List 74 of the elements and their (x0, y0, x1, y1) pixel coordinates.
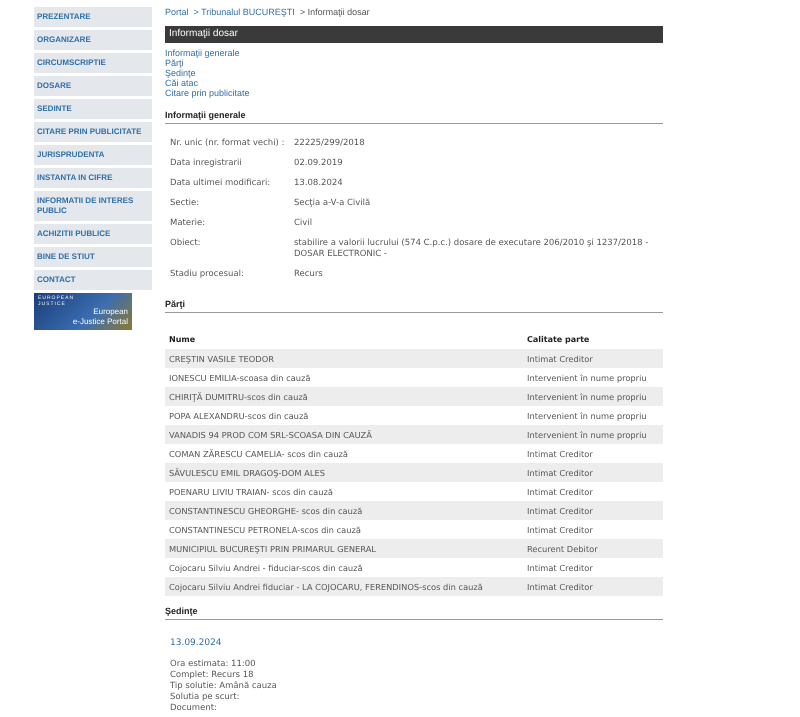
field-label: Obiect: (170, 238, 202, 250)
table-cell: CONSTANTINESCU GHEORGHE- scos din cauză (165, 501, 523, 520)
table-cell: Intimat Creditor (523, 501, 663, 520)
sidebar-nav-link[interactable]: ACHIZITII PUBLICE (34, 224, 152, 244)
field-value: Civil (294, 218, 314, 229)
table-cell: Intimat Creditor (523, 349, 663, 368)
table-cell: Cojocaru Silviu Andrei fiduciar - LA COJOCARU, FERENDINOS-scos din cauză (165, 577, 523, 596)
table-cell: SĂVULESCU EMIL DRAGOŞ-DOM ALES (165, 463, 523, 482)
field-value: 13.08.2024 (294, 178, 344, 189)
table-cell: IONESCU EMILIA-scoasa din cauză (165, 368, 523, 387)
table-cell: Intimat Creditor (523, 558, 663, 577)
table-cell: Intimat Creditor (523, 577, 663, 596)
section-anchor-link[interactable]: Părţi (165, 58, 184, 68)
table-cell: Intervenient în nume propriu (523, 406, 663, 425)
table-cell: MUNICIPIUL BUCUREŞTI PRIN PRIMARUL GENERAL (165, 539, 523, 558)
hearing-detail: Document: (170, 703, 217, 714)
table-cell: CREŞTIN VASILE TEODOR (165, 349, 523, 368)
sidebar-nav-link[interactable]: DOSARE (34, 76, 152, 96)
section-heading: Părţi (165, 299, 663, 313)
sidebar-nav-link[interactable]: INSTANTA IN CIFRE (34, 168, 152, 188)
field-value: 02.09.2019 (294, 158, 344, 169)
table-cell: Cojocaru Silviu Andrei - fiduciar-scos din cauză (165, 558, 523, 577)
sidebar-nav-link[interactable]: SEDINTE (34, 99, 152, 119)
sidebar-nav-link[interactable]: INFORMATII DE INTERES PUBLIC (34, 191, 152, 221)
table-cell: POENARU LIVIU TRAIAN- scos din cauză (165, 482, 523, 501)
table-cell: POPA ALEXANDRU-scos din cauză (165, 406, 523, 425)
table-cell: VANADIS 94 PROD COM SRL-SCOASA DIN CAUZĂ (165, 425, 523, 444)
hearing-detail: Tip solutie: Amână cauza (170, 681, 277, 692)
table-cell: Intervenient în nume propriu (523, 387, 663, 406)
section-heading: Şedinţe (165, 606, 663, 620)
hearing-detail: Solutia pe scurt: (170, 692, 240, 703)
field-label: Data inregistrarii (170, 158, 243, 169)
page-title-bar: Informaţii dosar (165, 26, 663, 43)
hearing-detail: Ora estimata: 11:00 (170, 659, 256, 670)
breadcrumb-link[interactable]: > Tribunalul BUCUREŞTI (194, 7, 295, 21)
table-cell: Intimat Creditor (523, 482, 663, 501)
sidebar-nav-link[interactable]: JURISPRUDENTA (34, 145, 152, 165)
field-value: Recurs (294, 269, 324, 280)
table-cell: Recurent Debitor (523, 539, 663, 558)
table-cell: CONSTANTINESCU PETRONELA-scos din cauză (165, 520, 523, 539)
section-heading: Informaţii generale (165, 110, 663, 124)
table-cell: Intervenient în nume propriu (523, 368, 663, 387)
field-value: stabilire a valorii lucrului (574 C.p.c.) dosare de executare 206/2010 şi 1237/2018 - DOSAR ELECTRONIC - (294, 238, 650, 260)
field-value: 22225/299/2018 (294, 138, 366, 149)
hearing-date: 13.09.2024 (170, 638, 223, 648)
sidebar-nav-link[interactable]: CONTACT (34, 270, 152, 290)
field-label: Stadiu procesual: (170, 269, 245, 280)
table-cell: CHIRIŢĂ DUMITRU-scos din cauză (165, 387, 523, 406)
table-cell: Intervenient în nume propriu (523, 425, 663, 444)
sidebar-nav-link[interactable]: CITARE PRIN PUBLICITATE (34, 122, 152, 142)
section-anchor-link[interactable]: Informaţii generale (165, 48, 240, 58)
section-anchor-link[interactable]: Citare prin publicitate (165, 88, 250, 98)
sidebar-nav-link[interactable]: ORGANIZARE (34, 30, 152, 50)
sidebar-nav-link[interactable]: BINE DE STIUT (34, 247, 152, 267)
field-label: Nr. unic (nr. format vechi) : (170, 138, 286, 149)
field-label: Data ultimei modificari: (170, 178, 272, 189)
field-label: Sectie: (170, 198, 200, 209)
section-anchor-link[interactable]: Şedinţe (165, 68, 196, 78)
table-cell: Intimat Creditor (523, 444, 663, 463)
field-label: Materie: (170, 218, 206, 229)
table-cell: Intimat Creditor (523, 520, 663, 539)
column-header: Calitate parte (523, 331, 663, 349)
hearing-detail: Complet: Recurs 18 (170, 670, 254, 681)
sidebar-nav-link[interactable]: CIRCUMSCRIPTIE (34, 53, 152, 73)
breadcrumb-link[interactable]: Portal (165, 7, 189, 21)
sidebar-nav-link[interactable]: PREZENTARE (34, 7, 152, 27)
breadcrumb-current: > Informaţii dosar (300, 7, 370, 19)
table-cell: Intimat Creditor (523, 463, 663, 482)
banner-title: European (93, 307, 128, 316)
column-header: Nume (165, 331, 523, 349)
field-value: Secţia a-V-a Civilă (294, 198, 372, 209)
table-cell: COMAN ZĂRESCU CAMELIA- scos din cauză (165, 444, 523, 463)
section-anchor-link[interactable]: Căi atac (165, 78, 198, 88)
banner-subtitle: e-Justice Portal (72, 317, 128, 326)
